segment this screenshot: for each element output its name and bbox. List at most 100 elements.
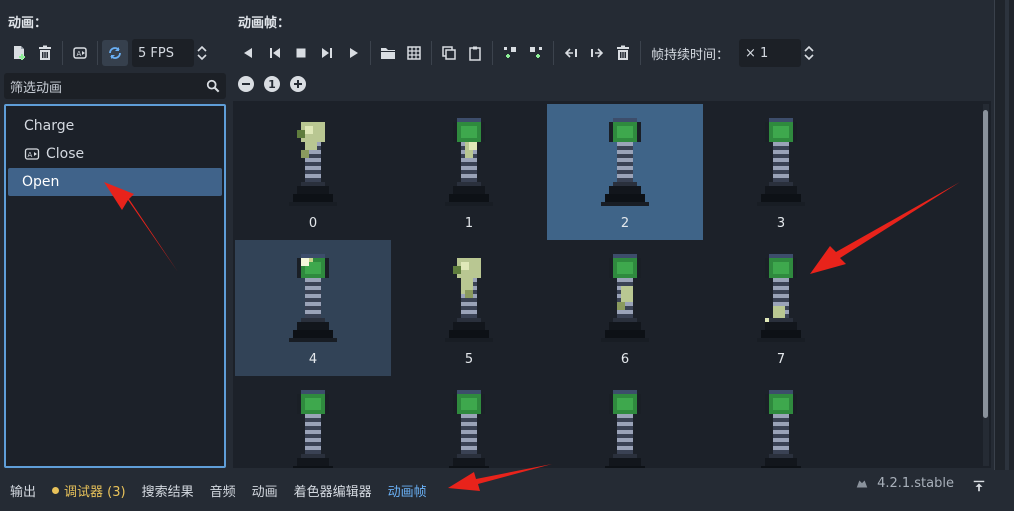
add-frame-from-file-button[interactable] — [375, 40, 401, 66]
frame-duration-spinbox[interactable]: × 1 — [739, 39, 802, 67]
expand-panel-icon — [973, 480, 985, 492]
version-info[interactable]: 4.2.1.stable — [855, 476, 954, 491]
loop-icon — [109, 47, 121, 59]
frame-tile-9[interactable]: 9 — [391, 376, 547, 468]
move-frame-right-button[interactable] — [584, 40, 610, 66]
play-from-start-button[interactable] — [314, 40, 340, 66]
frames-toolbar: 帧持续时间： × 1 — [236, 38, 817, 68]
tab-animation[interactable]: 动画 — [244, 477, 286, 505]
frame-duration-stepper-arrows[interactable] — [801, 39, 817, 67]
fps-spinbox[interactable]: 5 FPS — [132, 39, 194, 67]
toolbar-separator — [431, 41, 432, 65]
filter-animations-input[interactable]: 筛选动画 — [4, 73, 226, 99]
frame-tile-2[interactable]: 2 — [547, 104, 703, 240]
lever-sprite-icon — [761, 390, 801, 468]
search-icon — [206, 79, 220, 93]
move-right-icon — [591, 48, 604, 58]
animations-toolbar: A 5 FPS — [6, 38, 210, 68]
lever-sprite-icon — [289, 122, 337, 206]
stop-button[interactable] — [288, 40, 314, 66]
tab-search-results[interactable]: 搜索结果 — [134, 477, 202, 505]
right-dock-strip — [994, 0, 1014, 470]
lever-sprite-icon — [601, 254, 649, 342]
tab-debugger[interactable]: 调试器 (3) — [44, 477, 134, 505]
frame-duration-value: × 1 — [745, 45, 769, 61]
move-frame-left-button[interactable] — [558, 40, 584, 66]
godot-icon — [856, 480, 868, 487]
toolbar-separator — [553, 41, 554, 65]
stepper-arrows-icon — [197, 45, 207, 61]
filter-placeholder: 筛选动画 — [10, 80, 63, 96]
frame-tile-4[interactable]: 4 — [235, 240, 391, 376]
frame-tile-6[interactable]: 6 — [547, 240, 703, 376]
frame-label: 6 — [620, 352, 630, 367]
toolbar-separator — [370, 41, 371, 65]
frame-tile-1[interactable]: 1 — [391, 104, 547, 240]
delete-animation-button[interactable] — [32, 40, 58, 66]
stop-icon — [296, 48, 306, 58]
play-button[interactable] — [340, 40, 366, 66]
frame-label: 1 — [464, 216, 474, 231]
debugger-alert-dot — [52, 487, 60, 494]
frame-label: 3 — [776, 216, 786, 231]
lever-sprite-icon — [289, 254, 337, 342]
play-backwards-from-start-button[interactable] — [236, 40, 262, 66]
play-start-icon — [322, 48, 332, 58]
lever-sprite-icon — [449, 390, 489, 468]
dock-scrollbar[interactable] — [1005, 0, 1009, 470]
play-icon — [350, 48, 358, 58]
frame-label: 0 — [308, 216, 318, 231]
animation-item-label: Open — [22, 174, 60, 190]
frame-grid: 0 1 2 3 4 5 6 7 891011 — [233, 101, 991, 468]
autoplay-icon: A — [73, 47, 87, 59]
expand-bottom-panel-button[interactable] — [972, 479, 986, 497]
minus-icon — [242, 83, 250, 85]
loop-toggle-button[interactable] — [102, 40, 128, 66]
zoom-reset-button[interactable]: 1 — [264, 76, 280, 92]
svg-text:A: A — [28, 151, 33, 159]
lever-sprite-icon — [445, 118, 493, 206]
toolbar-separator — [62, 41, 63, 65]
lever-sprite-icon — [605, 390, 645, 468]
zoom-controls: 1 — [238, 76, 306, 92]
fps-stepper-arrows[interactable] — [194, 39, 210, 67]
version-label: 4.2.1.stable — [877, 476, 954, 491]
insert-after-icon — [530, 47, 542, 58]
move-left-icon — [564, 48, 577, 58]
trash-icon — [39, 45, 51, 60]
play-backwards-button[interactable] — [262, 40, 288, 66]
insert-before-icon — [504, 47, 516, 58]
frame-grid-scrollbar-thumb[interactable] — [983, 110, 988, 418]
zoom-in-button[interactable] — [290, 76, 306, 92]
animation-item-close[interactable]: A Close — [8, 140, 222, 168]
tab-output[interactable]: 输出 — [2, 477, 44, 505]
tab-shader-editor[interactable]: 着色器编辑器 — [286, 477, 380, 505]
copy-frame-button[interactable] — [436, 40, 462, 66]
add-animation-button[interactable] — [6, 40, 32, 66]
fps-value: 5 FPS — [138, 45, 174, 61]
grid-icon — [407, 46, 421, 60]
bottom-panel-tabs: 输出 调试器 (3) 搜索结果 音频 动画 着色器编辑器 动画帧 4.2.1.s… — [0, 470, 1014, 511]
paste-icon — [469, 46, 481, 61]
paste-frame-button[interactable] — [462, 40, 488, 66]
animation-item-charge[interactable]: Charge — [8, 112, 222, 140]
insert-frame-before-button[interactable] — [497, 40, 523, 66]
frame-tile-8[interactable]: 8 — [235, 376, 391, 468]
delete-frame-button[interactable] — [610, 40, 636, 66]
frame-tile-5[interactable]: 5 — [391, 240, 547, 376]
toolbar-separator — [492, 41, 493, 65]
tab-sprite-frames[interactable]: 动画帧 — [380, 477, 435, 505]
animation-item-open[interactable]: Open — [8, 168, 222, 196]
frame-tile-11[interactable]: 11 — [703, 376, 859, 468]
svg-text:A: A — [77, 50, 82, 58]
animations-label: 动画： — [8, 16, 48, 31]
autoplay-button[interactable]: A — [67, 40, 93, 66]
frame-tile-3[interactable]: 3 — [703, 104, 859, 240]
zoom-out-button[interactable] — [238, 76, 254, 92]
frame-tile-7[interactable]: 7 — [703, 240, 859, 376]
insert-frame-after-button[interactable] — [523, 40, 549, 66]
frame-tile-0[interactable]: 0 — [235, 104, 391, 240]
tab-audio[interactable]: 音频 — [202, 477, 244, 505]
frame-tile-10[interactable]: 10 — [547, 376, 703, 468]
add-frames-from-sheet-button[interactable] — [401, 40, 427, 66]
